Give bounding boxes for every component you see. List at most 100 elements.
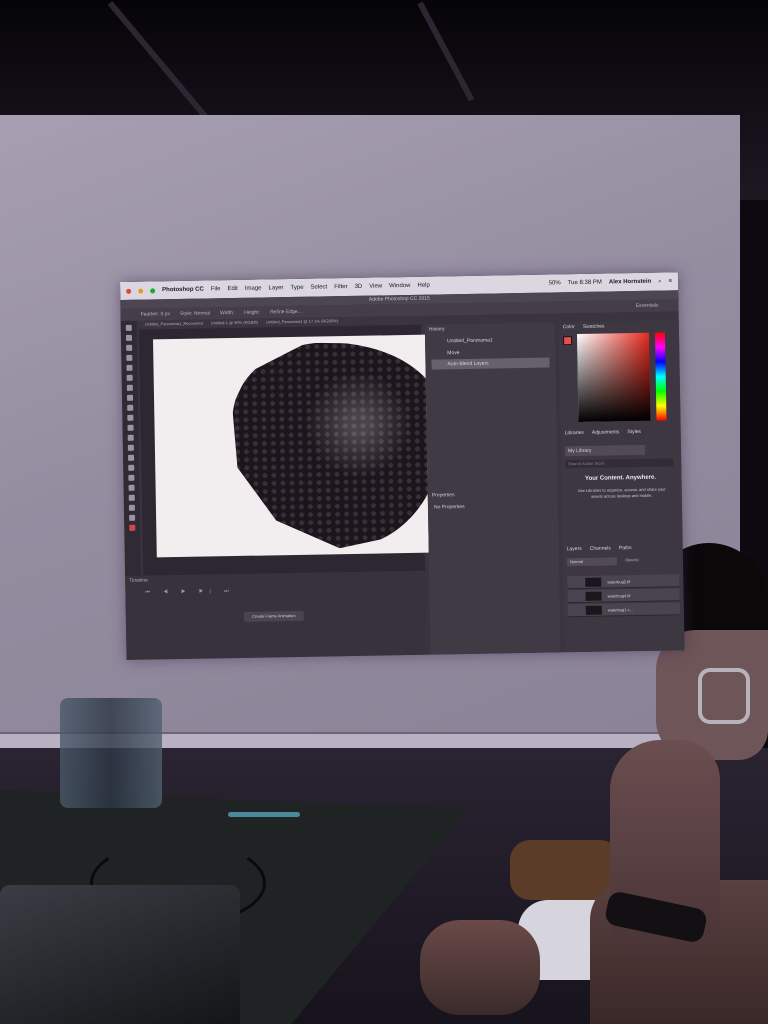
lasso-tool-icon[interactable]	[126, 344, 133, 351]
timeline-panel: Timeline ⏮ ◀ ▶ ▶| ⏭ Create Frame Animati…	[125, 570, 427, 660]
menu-view[interactable]: View	[369, 283, 382, 289]
layers-panel-tabs: Layers Channels Paths	[567, 545, 632, 552]
document-canvas[interactable]	[153, 334, 429, 558]
libraries-description: Use Libraries to organize, access, and s…	[577, 486, 666, 499]
marquee-tool-icon[interactable]	[125, 334, 133, 341]
layer-thumbnail	[585, 591, 602, 601]
properties-tab[interactable]: Properties	[432, 492, 455, 498]
layer-row[interactable]: waterbug1 c...	[567, 602, 680, 618]
brush-tool-icon[interactable]	[126, 394, 134, 401]
user-name[interactable]: Alex Hornstein	[609, 279, 651, 286]
projected-photoshop-window: Photoshop CC File Edit Image Layer Type …	[120, 272, 685, 660]
eyedropper-tool-icon[interactable]	[126, 374, 133, 381]
glasses	[698, 668, 750, 724]
history-tab[interactable]: History	[429, 326, 445, 332]
right-panel-dock: Color Swatches Libraries Adjustments Sty…	[558, 320, 685, 653]
dodge-tool-icon[interactable]	[128, 454, 135, 461]
tab-channels[interactable]: Channels	[590, 545, 611, 551]
properties-empty: No Properties	[433, 504, 465, 511]
doc-tab[interactable]: Untitled_Panorama1_Recovered	[145, 320, 203, 329]
opacity-label: Opacity:	[624, 556, 640, 563]
menu-window[interactable]: Window	[389, 283, 410, 289]
history-item[interactable]: Move	[431, 347, 549, 359]
canvas-area	[138, 324, 429, 576]
layer-thumbnail	[585, 605, 602, 615]
layer-thumbnail	[585, 577, 602, 587]
pen-tool-icon[interactable]	[128, 464, 135, 471]
shape-tool-icon[interactable]	[128, 494, 135, 501]
tab-styles[interactable]: Styles	[627, 429, 641, 435]
menu-image[interactable]: Image	[245, 286, 262, 292]
honeycomb-image	[231, 340, 429, 550]
hand-tool-icon[interactable]	[128, 504, 135, 511]
path-select-tool-icon[interactable]	[128, 484, 135, 491]
stock-search-input[interactable]: Search Adobe Stock	[565, 458, 674, 469]
hands	[420, 920, 540, 1015]
blur-tool-icon[interactable]	[127, 444, 134, 451]
history-item-selected[interactable]: Auto-Blend Layers	[431, 357, 550, 370]
menu-help[interactable]: Help	[417, 283, 429, 289]
menu-3d[interactable]: 3D	[355, 284, 363, 290]
layer-name: waterbug2.tif	[607, 579, 631, 585]
tab-adjustments[interactable]: Adjustments	[592, 429, 620, 435]
color-panel-tabs: Color Swatches	[563, 324, 605, 331]
menu-file[interactable]: File	[211, 286, 221, 292]
healing-tool-icon[interactable]	[126, 384, 133, 391]
playback-controls[interactable]: ⏮ ◀ ▶ ▶| ⏭	[145, 588, 234, 596]
move-tool-icon[interactable]	[125, 324, 132, 331]
workspace-select[interactable]: Essentials	[636, 303, 659, 309]
history-properties-panel: History Untitled_Panorama1 Move Auto-Ble…	[424, 322, 561, 655]
glass-jar	[60, 698, 162, 808]
type-tool-icon[interactable]	[128, 474, 135, 481]
history-brush-tool-icon[interactable]	[127, 414, 134, 421]
app-menu[interactable]: Photoshop CC	[162, 287, 204, 294]
tab-libraries[interactable]: Libraries	[565, 430, 584, 436]
list-icon[interactable]: ≡	[669, 278, 673, 284]
create-frame-animation-button[interactable]: Create Frame Animation	[243, 610, 304, 622]
foreground-swatch[interactable]	[563, 336, 573, 346]
tab-layers[interactable]: Layers	[567, 546, 582, 552]
pen	[228, 812, 300, 817]
close-dot-icon[interactable]	[126, 288, 132, 294]
timeline-tab[interactable]: Timeline	[129, 578, 148, 584]
menu-type[interactable]: Type	[290, 285, 303, 291]
crop-tool-icon[interactable]	[126, 364, 133, 371]
width-field[interactable]: Width:	[220, 310, 234, 316]
zoom-dot-icon[interactable]	[150, 287, 156, 293]
doc-tab-active[interactable]: Untitled_Panorama1 @ 17.1% (RGB/8#)	[266, 317, 338, 326]
height-field[interactable]: Height:	[244, 310, 260, 316]
doc-tab[interactable]: Untitled-1 @ 50% (RGB/8)	[211, 319, 258, 328]
refine-edge-button[interactable]: Refine Edge...	[270, 309, 302, 316]
feather-field[interactable]: Feather: 0 px	[141, 311, 171, 318]
projector	[0, 885, 240, 1024]
color-picker-field[interactable]	[576, 332, 651, 423]
battery-status: 50%	[548, 280, 561, 287]
tab-swatches[interactable]: Swatches	[583, 324, 605, 330]
clock: Tue 8:38 PM	[567, 279, 602, 287]
search-icon[interactable]: ⌕	[658, 278, 661, 285]
stamp-tool-icon[interactable]	[127, 404, 134, 411]
blend-mode-select[interactable]: Normal	[566, 557, 618, 567]
tab-color[interactable]: Color	[563, 324, 575, 330]
quick-select-tool-icon[interactable]	[126, 354, 133, 361]
layer-row[interactable]: waterbug4.tif	[567, 588, 680, 604]
layer-row[interactable]: waterbug2.tif	[567, 574, 680, 590]
history-item[interactable]: Untitled_Panorama1	[431, 335, 549, 347]
libraries-panel-tabs: Libraries Adjustments Styles	[565, 429, 641, 436]
tab-paths[interactable]: Paths	[619, 545, 632, 551]
library-select[interactable]: My Library	[564, 444, 646, 457]
style-select[interactable]: Style: Normal	[180, 310, 210, 317]
minimize-dot-icon[interactable]	[138, 288, 144, 294]
foreground-color-icon[interactable]	[129, 524, 136, 531]
zoom-tool-icon[interactable]	[129, 514, 136, 521]
menu-edit[interactable]: Edit	[227, 286, 237, 292]
layer-name: waterbug4.tif	[607, 593, 631, 599]
menu-select[interactable]: Select	[310, 284, 327, 290]
hue-slider[interactable]	[654, 332, 667, 421]
menu-layer[interactable]: Layer	[268, 285, 283, 291]
gradient-tool-icon[interactable]	[127, 434, 134, 441]
libraries-heading: Your Content. Anywhere.	[584, 474, 657, 482]
layer-name: waterbug1 c...	[607, 607, 633, 613]
menu-filter[interactable]: Filter	[334, 284, 347, 290]
eraser-tool-icon[interactable]	[127, 424, 134, 431]
